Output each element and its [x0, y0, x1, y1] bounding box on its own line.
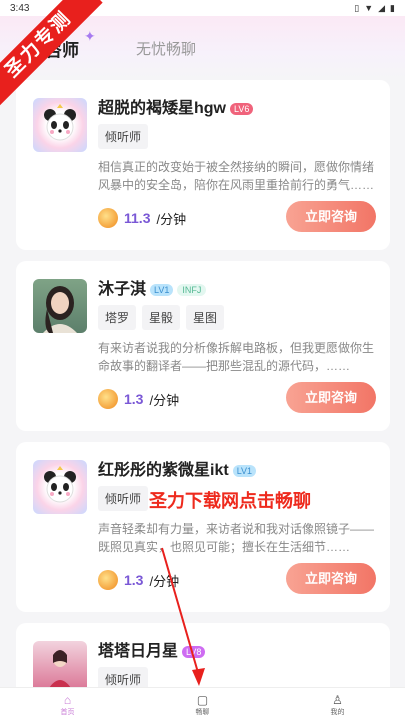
nav-profile[interactable]: ♙ 我的: [270, 688, 405, 721]
overlay-annotation: 圣力下载网点击畅聊: [149, 491, 311, 511]
bottom-nav: ⌂ 首页 ▢ 畅聊 ♙ 我的: [0, 687, 405, 721]
home-icon: ⌂: [63, 692, 72, 707]
nav-home[interactable]: ⌂ 首页: [0, 688, 135, 721]
nav-label: 畅聊: [195, 708, 210, 716]
nav-label: 首页: [60, 708, 75, 716]
nav-label: 我的: [330, 708, 345, 716]
user-icon: ♙: [332, 692, 343, 707]
nav-chat[interactable]: ▢ 畅聊: [135, 688, 270, 721]
chat-icon: ▢: [196, 692, 209, 707]
annotation-arrow: [161, 547, 205, 686]
